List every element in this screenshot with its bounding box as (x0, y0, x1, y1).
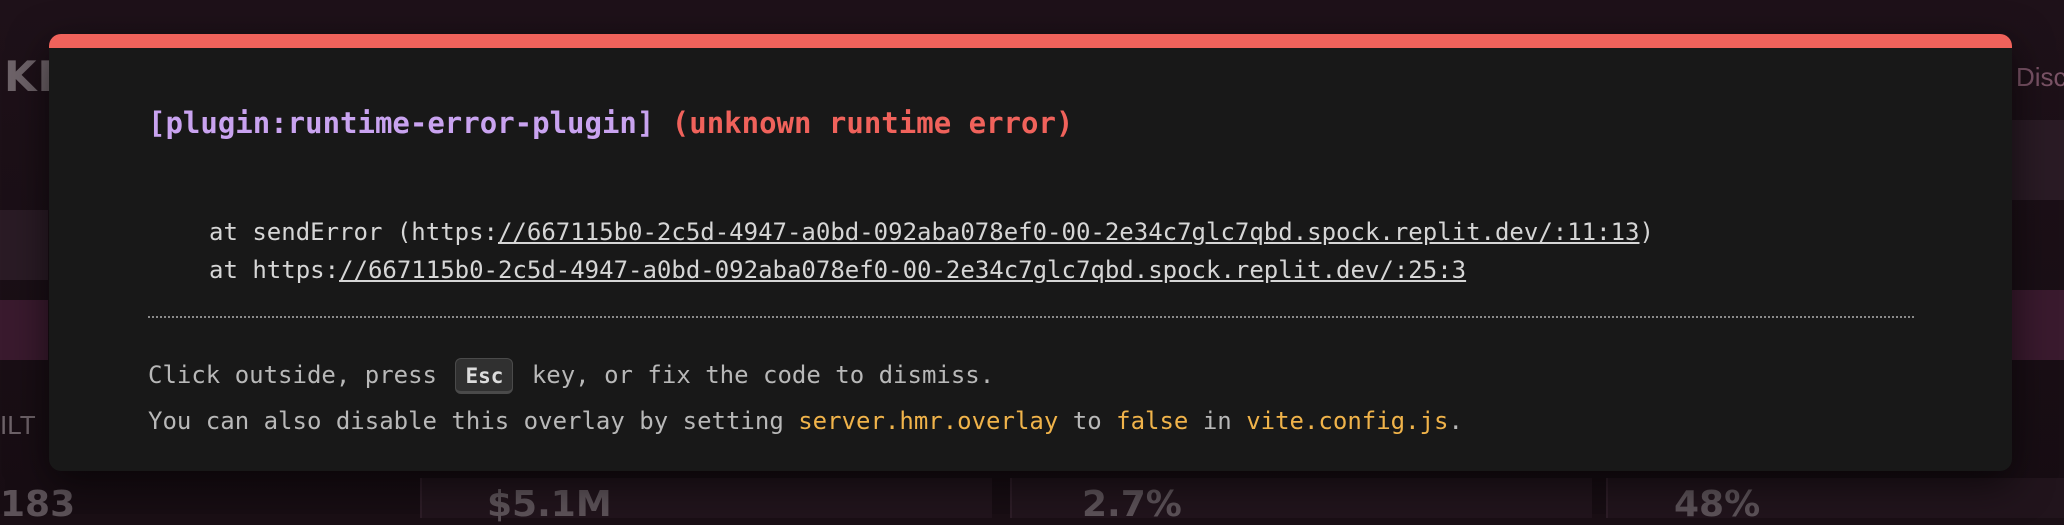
stack-frame: at sendError (https://667115b0-2c5d-4947… (209, 213, 1914, 251)
error-title: [plugin:runtime-error-plugin] (unknown r… (148, 106, 1914, 141)
dismiss-tip-line-2: You can also disable this overlay by set… (148, 398, 1914, 444)
background-panel (2012, 120, 2064, 200)
esc-key-badge: Esc (455, 358, 513, 394)
stack-frame-suffix: ) (1639, 218, 1653, 246)
background-title-fragment: KI (4, 52, 54, 101)
config-file-name: vite.config.js (1246, 407, 1448, 435)
dismiss-tip-line-1: Click outside, press Esc key, or fix the… (148, 352, 1914, 398)
tip-text: to (1073, 407, 1102, 435)
background-stat-value: 183 (0, 484, 75, 525)
background-link-fragment: Disc (2016, 62, 2064, 93)
background-panel (0, 300, 48, 360)
stack-frame: at https://667115b0-2c5d-4947-a0bd-092ab… (209, 251, 1914, 289)
tip-text: key, or fix the code to dismiss. (532, 361, 994, 389)
error-plugin-name: [plugin:runtime-error-plugin] (148, 106, 654, 140)
background-stat-value: $5.1M (487, 484, 612, 525)
stack-frame-link[interactable]: //667115b0-2c5d-4947-a0bd-092aba078ef0-0… (498, 218, 1640, 246)
config-setting-value: false (1116, 407, 1188, 435)
background-panel (2012, 290, 2064, 360)
error-overlay: [plugin:runtime-error-plugin] (unknown r… (49, 34, 2012, 471)
background-panel (0, 210, 48, 280)
dismiss-tip: Click outside, press Esc key, or fix the… (148, 352, 1914, 444)
error-message: (unknown runtime error) (672, 106, 1074, 140)
tip-text: Click outside, press (148, 361, 437, 389)
error-overlay-content: [plugin:runtime-error-plugin] (unknown r… (148, 106, 1914, 444)
config-setting-name: server.hmr.overlay (798, 407, 1058, 435)
background-side-label: ILT (0, 410, 36, 441)
tip-text: You can also disable this overlay by set… (148, 407, 784, 435)
background-stat-value: 2.7% (1082, 484, 1182, 525)
stack-frame-prefix: at https: (209, 256, 339, 284)
error-divider (148, 316, 1914, 318)
tip-text: . (1448, 407, 1462, 435)
error-stack-trace: at sendError (https://667115b0-2c5d-4947… (148, 213, 1914, 289)
background-stat-value: 48% (1674, 484, 1760, 525)
tip-text: in (1203, 407, 1232, 435)
stack-frame-link[interactable]: //667115b0-2c5d-4947-a0bd-092aba078ef0-0… (339, 256, 1466, 284)
stack-frame-prefix: at sendError (https: (209, 218, 498, 246)
